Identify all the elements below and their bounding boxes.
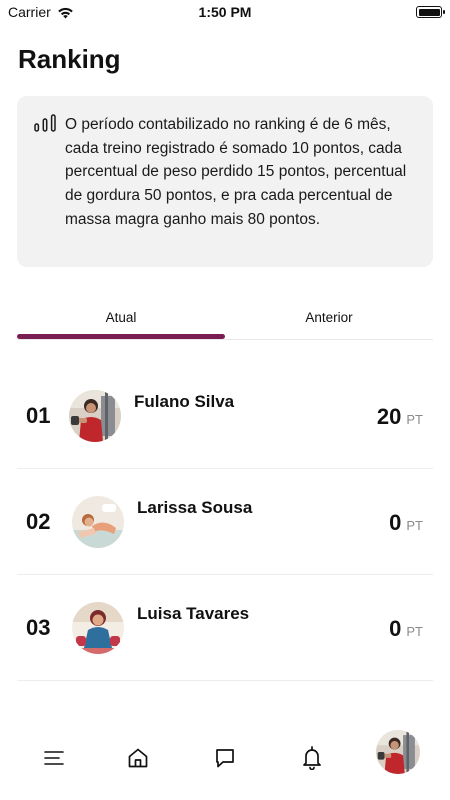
menu-button[interactable] bbox=[32, 736, 76, 780]
menu-icon bbox=[44, 751, 64, 765]
ranking-info-text: O período contabilizado no ranking é de … bbox=[65, 116, 407, 228]
score-unit: PT bbox=[406, 518, 423, 533]
user-avatar bbox=[72, 496, 124, 548]
user-name: Luisa Tavares bbox=[137, 604, 250, 623]
bell-icon bbox=[303, 746, 321, 770]
tab-previous[interactable]: Anterior bbox=[225, 310, 433, 325]
ranking-info-card: O período contabilizado no ranking é de … bbox=[17, 96, 433, 267]
chat-icon bbox=[216, 749, 234, 768]
user-avatar bbox=[72, 602, 124, 654]
score-unit: PT bbox=[406, 624, 423, 639]
user-score: 20 PT bbox=[377, 404, 423, 430]
user-avatar bbox=[69, 390, 121, 442]
rank-position: 02 bbox=[26, 509, 51, 534]
profile-avatar[interactable] bbox=[376, 730, 420, 774]
notifications-button[interactable] bbox=[290, 736, 334, 780]
home-icon bbox=[128, 748, 148, 768]
active-tab-indicator bbox=[17, 334, 225, 339]
page-title: Ranking bbox=[18, 44, 121, 74]
battery-icon bbox=[416, 6, 445, 18]
score-value: 0 bbox=[389, 616, 402, 641]
home-button[interactable] bbox=[116, 736, 160, 780]
status-bar: Carrier 1:50 PM bbox=[0, 0, 450, 24]
user-score: 0 PT bbox=[389, 616, 423, 642]
bar-chart-icon bbox=[34, 114, 56, 132]
score-value: 0 bbox=[389, 510, 402, 535]
ranking-row[interactable]: 01 Fulano Silva 20 PT bbox=[17, 363, 433, 469]
user-score: 0 PT bbox=[389, 510, 423, 536]
rank-position: 03 bbox=[26, 615, 51, 640]
bottom-navigation bbox=[0, 726, 450, 786]
rank-position: 01 bbox=[26, 403, 51, 428]
ranking-list: 01 Fulano Silva 20 PT 02 Larissa Sousa 0… bbox=[17, 363, 433, 681]
chat-button[interactable] bbox=[203, 736, 247, 780]
user-name: Fulano Silva bbox=[134, 392, 235, 411]
user-name: Larissa Sousa bbox=[137, 498, 253, 517]
score-unit: PT bbox=[406, 412, 423, 427]
score-value: 20 bbox=[376, 404, 402, 429]
ranking-row[interactable]: 03 Luisa Tavares 0 PT bbox=[17, 575, 433, 681]
ranking-tabs: Atual Anterior bbox=[17, 300, 433, 340]
battery-level bbox=[418, 8, 440, 16]
tab-current[interactable]: Atual bbox=[17, 310, 225, 325]
status-time: 1:50 PM bbox=[198, 4, 252, 20]
ranking-row[interactable]: 02 Larissa Sousa 0 PT bbox=[17, 469, 433, 575]
